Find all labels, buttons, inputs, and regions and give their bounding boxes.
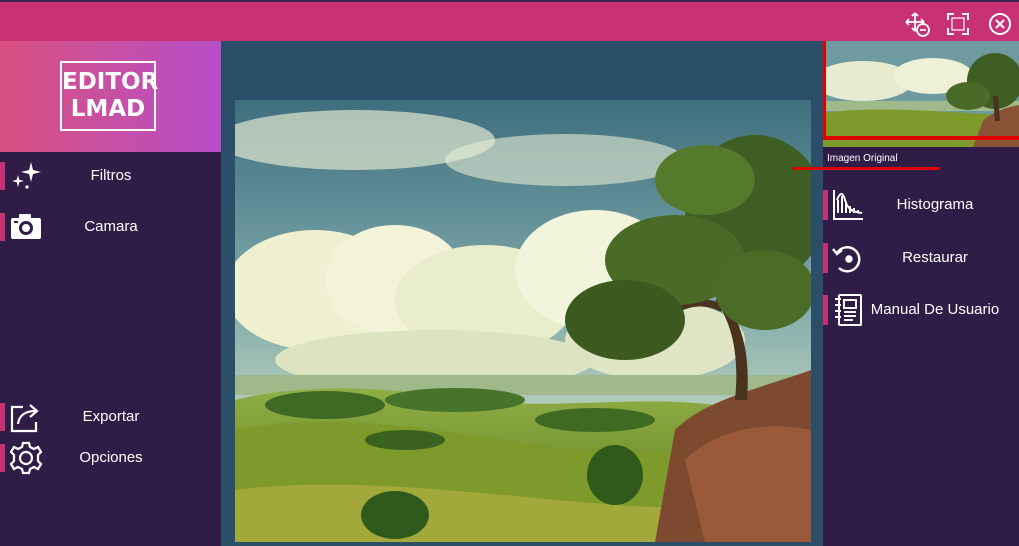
active-indicator [0, 403, 5, 431]
thumbnail-border-bottom [823, 136, 1019, 140]
fullscreen-icon [947, 13, 969, 35]
sidebar-item-label: Exportar [82, 408, 140, 425]
title-bar [0, 0, 1019, 41]
active-indicator [823, 295, 828, 325]
sidebar-item-label: Camara [84, 218, 138, 235]
sidebar-item-exportar[interactable]: Exportar [0, 399, 221, 435]
move-icon [905, 12, 930, 37]
thumbnail-caption: Imagen Original [827, 153, 898, 164]
active-indicator [823, 243, 828, 273]
close-button[interactable] [986, 10, 1014, 38]
gear-icon [9, 441, 43, 475]
caption-underline [792, 167, 940, 170]
thumbnail-border-left [823, 41, 826, 139]
tool-label: Restaurar [902, 249, 968, 266]
original-image-thumbnail[interactable] [823, 41, 1019, 147]
close-icon [989, 13, 1011, 35]
thumbnail-image [823, 41, 1019, 147]
sidebar-item-label: Opciones [79, 449, 143, 466]
share-icon [10, 404, 39, 433]
sidebar-item-filtros[interactable]: Filtros [0, 158, 221, 194]
active-indicator [0, 162, 5, 190]
left-sidebar: EDITOR LMAD Filtros Camara Exportar Opci… [0, 41, 221, 546]
sidebar-item-opciones[interactable]: Opciones [0, 440, 221, 476]
logo-area: EDITOR LMAD [0, 41, 221, 152]
logo-line-2: LMAD [70, 96, 146, 122]
histogram-icon [833, 190, 863, 220]
sparkles-icon [12, 162, 41, 189]
tool-label: Manual De Usuario [870, 301, 1000, 318]
right-panel: Imagen Original Histograma Restaurar Man… [823, 41, 1019, 546]
edited-image[interactable] [235, 100, 811, 542]
tool-label: Histograma [896, 196, 974, 213]
camera-icon [11, 214, 41, 239]
restore-icon [832, 246, 861, 273]
tool-histograma[interactable]: Histograma [823, 187, 1019, 223]
logo-line-1: EDITOR [62, 69, 159, 95]
fullscreen-button[interactable] [944, 10, 972, 38]
app-logo: EDITOR LMAD [60, 61, 159, 131]
sidebar-item-label: Filtros [90, 167, 132, 184]
canvas-area [221, 41, 823, 546]
active-indicator [823, 190, 828, 220]
tool-restaurar[interactable]: Restaurar [823, 240, 1019, 276]
manual-icon [835, 294, 862, 326]
active-indicator [0, 213, 5, 241]
landscape-image [235, 100, 811, 542]
active-indicator [0, 444, 5, 472]
tool-manual[interactable]: Manual De Usuario [823, 292, 1019, 328]
move-button[interactable] [903, 10, 931, 38]
sidebar-item-camara[interactable]: Camara [0, 209, 221, 245]
